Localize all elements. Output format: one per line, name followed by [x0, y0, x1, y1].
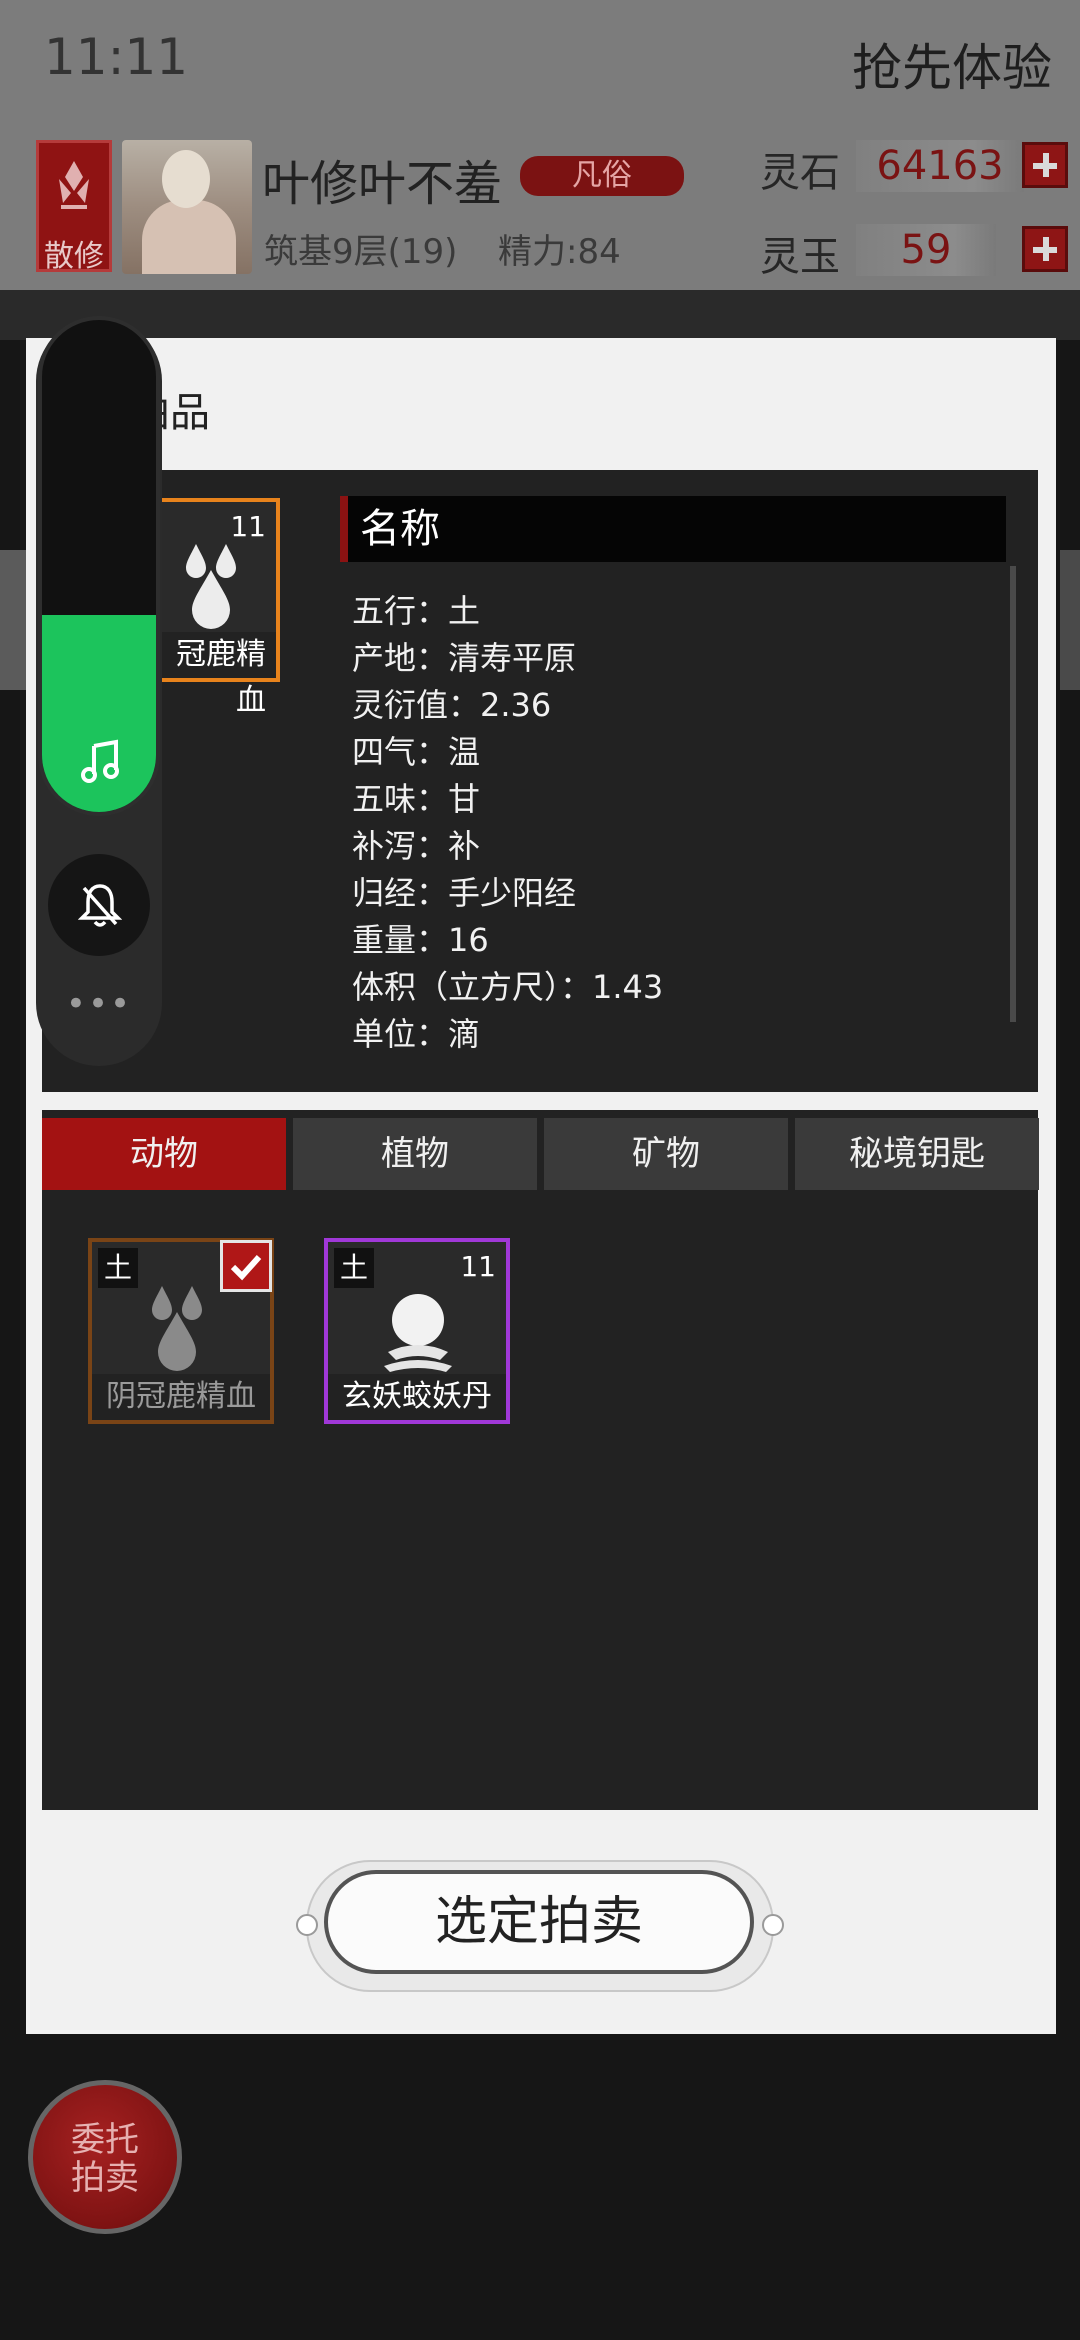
selected-item-name: 冠鹿精血	[156, 632, 276, 718]
prop-five-flavors: 五味：甘	[352, 780, 481, 818]
volume-slider[interactable]	[38, 316, 160, 816]
spirit-jade-label: 灵玉	[760, 234, 840, 280]
prop-element: 五行：土	[352, 592, 481, 630]
backdrop-right	[1060, 550, 1080, 690]
item-yin-deer-blood[interactable]: 土 阴冠鹿精血	[88, 1238, 274, 1424]
blood-drops-icon	[186, 544, 236, 629]
tab-realm-keys[interactable]: 秘境钥匙	[795, 1118, 1039, 1190]
spirit-stone-value: 64163	[856, 140, 1024, 192]
badge-label: 散修	[44, 239, 104, 274]
player-name: 叶修叶不羞	[262, 156, 503, 212]
energy-label: 精力:84	[498, 232, 621, 272]
item-name: 玄妖蛟妖丹	[328, 1374, 506, 1420]
realm-label: 筑基9层(19)	[264, 232, 458, 272]
spirit-stone-label: 灵石	[760, 150, 840, 196]
item-name-header: 名称	[340, 496, 1006, 562]
spirit-jade-value: 59	[856, 224, 996, 276]
prop-tonify: 补泻：补	[352, 827, 481, 865]
entrust-label-line1: 委托	[71, 2120, 139, 2160]
mute-button[interactable]	[48, 854, 150, 956]
prop-meridian: 归经：手少阳经	[352, 874, 577, 912]
prop-volume: 体积（立方尺）：1.43	[352, 968, 664, 1006]
orb-icon	[384, 1294, 452, 1372]
avatar-body	[142, 200, 236, 274]
early-access-label: 抢先体验	[852, 39, 1052, 97]
avatar-head	[162, 150, 210, 208]
tab-plants[interactable]: 植物	[293, 1118, 537, 1190]
add-spirit-stone-button[interactable]	[1022, 142, 1068, 188]
top-bar: 11:11 抢先体验 散修 叶修叶不羞 凡俗 筑基9层(19) 精力:84 灵石…	[0, 0, 1080, 290]
prop-four-qi: 四气：温	[352, 733, 481, 771]
tab-animals[interactable]: 动物	[42, 1118, 286, 1190]
entrust-auction-button[interactable]: 委托 拍卖	[28, 2080, 182, 2234]
cultivator-badge[interactable]: 散修	[36, 140, 112, 274]
item-count: 11	[460, 1250, 496, 1283]
blood-drops-icon	[152, 1286, 202, 1371]
entrust-label-line2: 拍卖	[71, 2158, 139, 2198]
top-bar-shadow	[0, 290, 1080, 340]
tab-minerals[interactable]: 矿物	[544, 1118, 788, 1190]
backdrop-left	[0, 550, 26, 690]
status-time: 11:11	[44, 28, 189, 86]
item-demon-core[interactable]: 土 11 玄妖蛟妖丹	[324, 1238, 510, 1424]
confirm-auction-button[interactable]: 选定拍卖	[324, 1870, 754, 1974]
frame-knob-right	[762, 1914, 784, 1936]
more-options-icon[interactable]: •••	[60, 984, 138, 1024]
player-avatar[interactable]	[122, 140, 252, 274]
selected-item-count: 11	[230, 510, 266, 543]
prop-spirit-value: 灵衍值：2.36	[352, 686, 552, 724]
rank-badge: 凡俗	[520, 156, 684, 196]
prop-unit: 单位：滴	[352, 1015, 481, 1053]
selected-item-slot[interactable]: 11 冠鹿精血	[152, 498, 280, 718]
prop-weight: 重量：16	[352, 921, 489, 959]
lotus-icon	[59, 161, 89, 209]
music-note-icon	[81, 739, 119, 783]
frame-knob-left	[296, 1914, 318, 1936]
item-name: 阴冠鹿精血	[92, 1374, 270, 1420]
prop-origin: 产地：清寿平原	[352, 639, 577, 677]
item-list-panel	[42, 1110, 1038, 1810]
detail-scrollbar[interactable]	[1010, 566, 1016, 1022]
add-spirit-jade-button[interactable]	[1022, 226, 1068, 272]
bell-off-icon	[78, 884, 122, 927]
